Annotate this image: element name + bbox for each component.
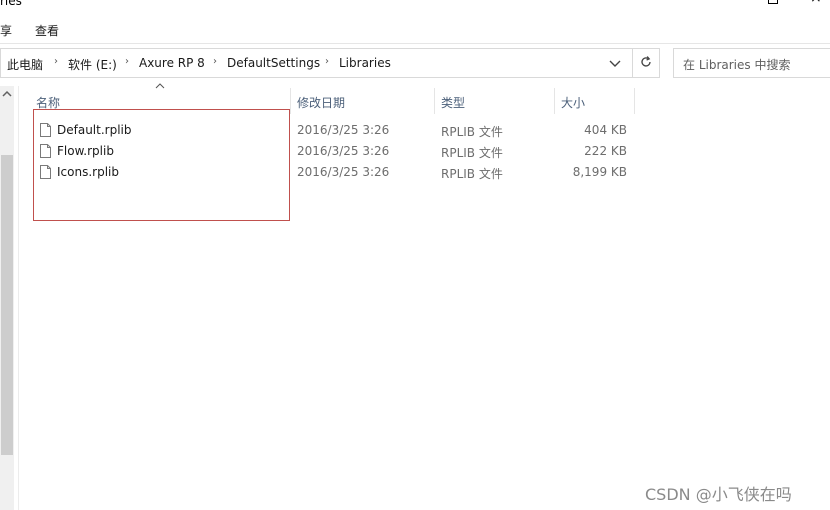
breadcrumb-separator-icon[interactable]: ›	[54, 56, 58, 67]
column-header-type[interactable]: 类型	[441, 94, 465, 111]
column-header-modified[interactable]: 修改日期	[297, 94, 345, 111]
ribbon-tab-view[interactable]: 查看	[35, 22, 59, 39]
search-placeholder: 在 Libraries 中搜索	[683, 58, 791, 72]
breadcrumb-defaultsettings[interactable]: DefaultSettings	[227, 56, 320, 70]
breadcrumb-this-pc[interactable]: 此电脑	[7, 56, 43, 73]
column-divider[interactable]	[554, 88, 555, 114]
highlight-annotation-box	[33, 109, 290, 221]
file-type: RPLIB 文件	[441, 167, 503, 181]
file-modified: 2016/3/25 3:26	[297, 123, 390, 137]
column-header-size[interactable]: 大小	[561, 94, 585, 111]
column-divider[interactable]	[634, 88, 635, 114]
file-modified: 2016/3/25 3:26	[297, 144, 390, 158]
column-divider[interactable]	[434, 88, 435, 114]
pane-divider	[18, 86, 19, 510]
file-size: 404 KB	[584, 123, 627, 137]
window-title: ries	[0, 0, 22, 8]
refresh-icon	[641, 56, 651, 67]
ribbon-tab-share[interactable]: 享	[0, 22, 12, 39]
ribbon-divider	[0, 43, 830, 44]
column-divider[interactable]	[290, 88, 291, 114]
watermark: CSDN @小飞侠在吗	[645, 485, 792, 504]
file-type: RPLIB 文件	[441, 125, 503, 139]
breadcrumb-axure[interactable]: Axure RP 8	[139, 56, 205, 70]
breadcrumb-separator-icon[interactable]: ›	[325, 56, 329, 67]
file-size: 222 KB	[584, 144, 627, 158]
chevron-down-icon[interactable]	[606, 55, 624, 71]
breadcrumb-separator-icon[interactable]: ›	[125, 56, 129, 67]
scrollbar-thumb[interactable]	[1, 155, 13, 455]
file-modified: 2016/3/25 3:26	[297, 165, 390, 179]
maximize-icon[interactable]	[768, 0, 778, 4]
breadcrumb-libraries[interactable]: Libraries	[339, 56, 391, 70]
refresh-button[interactable]	[632, 48, 660, 78]
sort-ascending-icon	[155, 83, 165, 89]
breadcrumb-drive-e[interactable]: 软件 (E:)	[68, 56, 117, 73]
breadcrumb-separator-icon[interactable]: ›	[213, 56, 217, 67]
file-type: RPLIB 文件	[441, 146, 503, 160]
file-size: 8,199 KB	[572, 165, 627, 179]
scroll-up-icon[interactable]	[2, 90, 12, 101]
close-icon[interactable]: ×	[810, 0, 822, 6]
